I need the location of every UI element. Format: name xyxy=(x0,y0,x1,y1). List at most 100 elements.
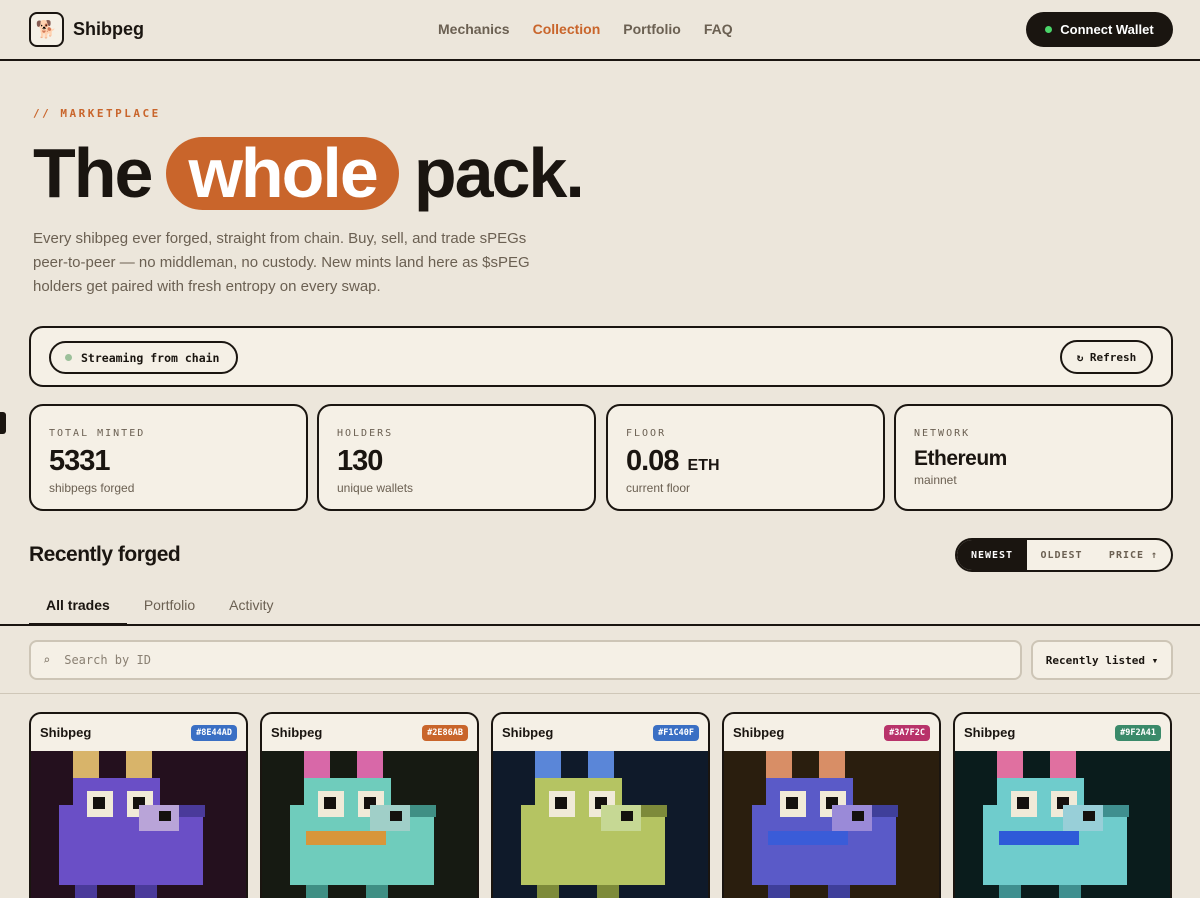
dog-mouth xyxy=(768,831,848,845)
sort-price[interactable]: PRICE ↑ xyxy=(1096,540,1171,570)
live-dot-icon xyxy=(65,354,72,361)
dog-leg xyxy=(366,885,388,898)
logo-icon[interactable]: 🐕 xyxy=(29,12,64,47)
connect-wallet-label: Connect Wallet xyxy=(1060,22,1154,37)
dog-nose xyxy=(852,811,864,821)
status-bar: Streaming from chain ↻ Refresh xyxy=(29,326,1173,387)
connect-wallet-button[interactable]: Connect Wallet xyxy=(1026,12,1173,47)
dog-tail xyxy=(410,805,422,817)
card-artwork xyxy=(493,751,708,898)
card-name: Shibpeg xyxy=(733,725,785,740)
card-id-badge: #2E86AB xyxy=(422,724,468,741)
card-artwork xyxy=(724,751,939,898)
card-id-badge: #9F2A41 xyxy=(1115,724,1161,741)
card-header: Shibpeg #3A7F2C xyxy=(724,714,939,751)
search-input[interactable] xyxy=(64,653,965,667)
side-drawer-handle[interactable] xyxy=(0,412,6,434)
tab-activity[interactable]: Activity xyxy=(212,595,290,625)
dog-pupil xyxy=(324,797,336,809)
dog-leg xyxy=(597,885,619,898)
dog-tail xyxy=(884,805,898,817)
stat-value: 0.08 ETH xyxy=(626,445,720,478)
dog-pupil xyxy=(1017,797,1029,809)
tabs: All trades Portfolio Activity xyxy=(29,595,291,625)
streaming-label: Streaming from chain xyxy=(81,350,220,365)
stat-sub: mainnet xyxy=(914,473,957,487)
nft-card[interactable]: Shibpeg #F1C40F xyxy=(491,712,710,898)
headline-highlight: whole xyxy=(166,134,399,212)
nav-link-mechanics[interactable]: Mechanics xyxy=(438,21,510,37)
card-id-badge: #8E44AD xyxy=(191,724,237,741)
dog-mouth xyxy=(306,831,386,845)
pixel-dog-icon xyxy=(724,751,939,898)
filter-row: ⌕ Recently listed ▾ xyxy=(0,626,1200,694)
dog-leg xyxy=(999,885,1021,898)
stat-sub: shibpegs forged xyxy=(49,481,135,495)
dog-icon: 🐕 xyxy=(35,19,58,39)
nft-card[interactable]: Shibpeg #8E44AD xyxy=(29,712,248,898)
stat-holders: HOLDERS 130 unique wallets xyxy=(317,404,596,511)
dog-tail xyxy=(653,805,667,817)
brand-name[interactable]: Shibpeg xyxy=(73,19,144,40)
stat-number: 130 xyxy=(337,445,383,477)
stat-floor: FLOOR 0.08 ETH current floor xyxy=(606,404,885,511)
dog-nose xyxy=(621,811,633,821)
sort-newest[interactable]: NEWEST xyxy=(957,540,1027,570)
section-title: Recently forged xyxy=(29,543,181,566)
sort-select[interactable]: Recently listed ▾ xyxy=(1031,640,1173,680)
dog-mouth xyxy=(999,831,1079,845)
card-name: Shibpeg xyxy=(964,725,1016,740)
dog-tail xyxy=(191,805,205,817)
card-name: Shibpeg xyxy=(40,725,92,740)
tab-portfolio[interactable]: Portfolio xyxy=(127,595,212,625)
dog-leg xyxy=(828,885,850,898)
hero-eyebrow: // MARKETPLACE xyxy=(33,107,161,120)
dog-tail xyxy=(179,805,191,817)
pixel-dog-icon xyxy=(493,751,708,898)
card-header: Shibpeg #2E86AB xyxy=(262,714,477,751)
dog-nose xyxy=(390,811,402,821)
stat-value: 130 xyxy=(337,445,383,478)
nft-card[interactable]: Shibpeg #2E86AB xyxy=(260,712,479,898)
dog-ear xyxy=(997,751,1023,778)
dog-tail xyxy=(1103,805,1115,817)
nft-card[interactable]: Shibpeg #9F2A41 xyxy=(953,712,1172,898)
headline-before: The xyxy=(33,134,153,212)
nav-link-faq[interactable]: FAQ xyxy=(704,21,733,37)
stat-label: FLOOR xyxy=(626,428,667,439)
search-field[interactable]: ⌕ xyxy=(29,640,1022,680)
dog-ear xyxy=(73,751,99,778)
dog-nose xyxy=(159,811,171,821)
stat-number: 0.08 xyxy=(626,445,679,477)
stat-label: TOTAL MINTED xyxy=(49,428,146,439)
stat-label: NETWORK xyxy=(914,428,971,439)
dog-nose xyxy=(1083,811,1095,821)
dog-ear xyxy=(588,751,614,778)
nav-link-portfolio[interactable]: Portfolio xyxy=(623,21,681,37)
card-header: Shibpeg #9F2A41 xyxy=(955,714,1170,751)
sort-toggle: NEWEST OLDEST PRICE ↑ xyxy=(955,538,1173,572)
nav-link-collection[interactable]: Collection xyxy=(533,21,601,37)
headline-after: pack. xyxy=(413,134,585,212)
dog-tail xyxy=(422,805,436,817)
sort-oldest[interactable]: OLDEST xyxy=(1027,540,1096,570)
dog-ear xyxy=(819,751,845,778)
stat-label: HOLDERS xyxy=(337,428,394,439)
tab-all-trades[interactable]: All trades xyxy=(29,595,127,625)
dog-pupil xyxy=(555,797,567,809)
dog-ear xyxy=(126,751,152,778)
search-icon: ⌕ xyxy=(43,653,51,667)
card-header: Shibpeg #F1C40F xyxy=(493,714,708,751)
dog-tail xyxy=(641,805,653,817)
refresh-button[interactable]: ↻ Refresh xyxy=(1060,340,1153,374)
top-nav: 🐕 Shibpeg Mechanics Collection Portfolio… xyxy=(0,0,1200,61)
hero-headline: The whole pack. xyxy=(33,133,585,213)
dog-leg xyxy=(768,885,790,898)
dog-leg xyxy=(306,885,328,898)
dog-ear xyxy=(357,751,383,778)
dog-ear xyxy=(766,751,792,778)
card-artwork xyxy=(955,751,1170,898)
nft-card[interactable]: Shibpeg #3A7F2C xyxy=(722,712,941,898)
status-dot-icon xyxy=(1045,26,1053,33)
dog-pupil xyxy=(786,797,798,809)
